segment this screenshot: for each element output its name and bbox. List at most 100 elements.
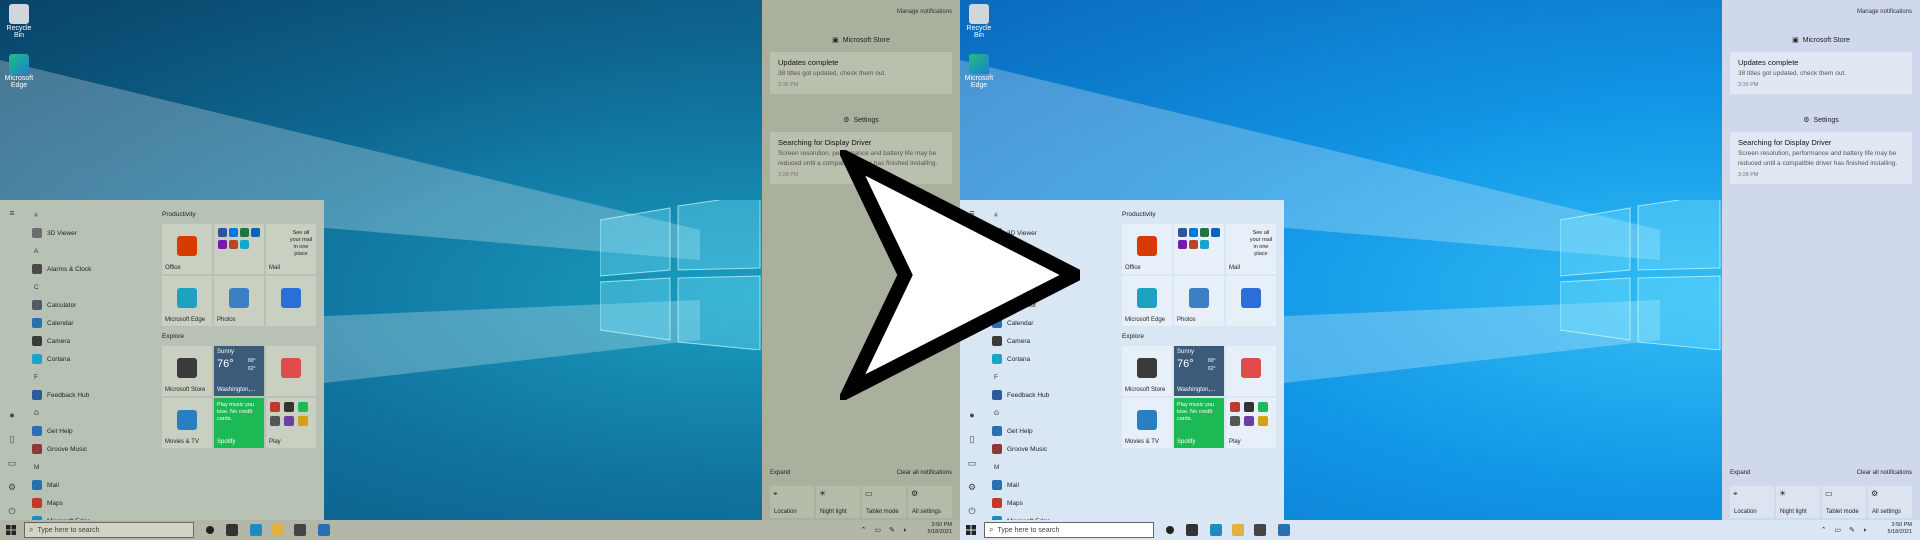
quick-action-all-settings[interactable]: ⚙ All settings xyxy=(1868,486,1912,518)
app-list-item[interactable]: Cortana xyxy=(24,350,154,368)
settings-icon[interactable]: ⚙ xyxy=(966,482,978,492)
app-list-item[interactable]: Mail xyxy=(984,476,1114,494)
app-list-letter[interactable]: # xyxy=(24,206,154,224)
desktop-icon-edge[interactable]: Microsoft Edge xyxy=(4,54,34,89)
app-list-letter[interactable]: M xyxy=(24,458,154,476)
tile-office-apps[interactable] xyxy=(1174,224,1224,274)
quick-action-all-settings[interactable]: ⚙ All settings xyxy=(908,486,952,518)
clock[interactable]: 3:50 PM 5/18/2021 xyxy=(1888,522,1912,536)
tile-todo[interactable] xyxy=(266,276,316,326)
power-icon[interactable]: ⏻ xyxy=(966,506,978,516)
taskbar-search-box[interactable]: ⌕ Type here to search xyxy=(24,522,194,538)
user-icon[interactable]: ● xyxy=(966,410,978,420)
app-list-item[interactable]: Calculator xyxy=(24,296,154,314)
app-list-letter[interactable]: F xyxy=(24,368,154,386)
expand-button[interactable]: Expand xyxy=(1730,470,1750,476)
app-list-item[interactable]: Get Help xyxy=(984,422,1114,440)
clear-all-notifications-button[interactable]: Clear all notifications xyxy=(897,470,952,476)
app-list-item[interactable]: Groove Music xyxy=(24,440,154,458)
desktop-icon-edge[interactable]: Microsoft Edge xyxy=(964,54,994,89)
tile-edge[interactable]: Microsoft Edge xyxy=(1122,276,1172,326)
power-icon[interactable]: ⏻ xyxy=(6,506,18,516)
after-screenshot: Recycle Bin Microsoft Edge ≡ ● ▯ ▭ ⚙ ⏻ #3D Viewe… xyxy=(960,0,1920,540)
quick-action-night-light[interactable]: ☀ Night light xyxy=(816,486,860,518)
tile-photos[interactable]: Photos xyxy=(1174,276,1224,326)
tile-news[interactable] xyxy=(1226,346,1276,396)
edge-icon[interactable] xyxy=(1210,524,1222,536)
expand-button[interactable]: Expand xyxy=(770,470,790,476)
desktop-icon-recycle-bin[interactable]: Recycle Bin xyxy=(4,4,34,39)
clear-all-notifications-button[interactable]: Clear all notifications xyxy=(1857,470,1912,476)
task-view-icon[interactable] xyxy=(1186,524,1198,536)
app-list-item[interactable]: Calendar xyxy=(24,314,154,332)
document-icon[interactable]: ▯ xyxy=(966,434,978,444)
app-list-item[interactable]: Mail xyxy=(24,476,154,494)
tile-spotify[interactable]: Play music you love. No credit cards. Spo… xyxy=(1174,398,1224,448)
app-list-item[interactable]: Maps xyxy=(24,494,154,512)
notification-card[interactable]: Searching for Display Driver Screen resol… xyxy=(1730,132,1912,184)
store-icon[interactable] xyxy=(294,524,306,536)
app-list-item[interactable]: 3D Viewer xyxy=(24,224,154,242)
tile-store[interactable]: Microsoft Store xyxy=(162,346,212,396)
quick-action-tablet-mode[interactable]: ▭ Tablet mode xyxy=(1822,486,1866,518)
document-icon[interactable]: ▯ xyxy=(6,434,18,444)
system-tray-icons[interactable]: ⌃ ▭ ✎ ◗ xyxy=(861,526,910,534)
tile-edge[interactable]: Microsoft Edge xyxy=(162,276,212,326)
notification-card[interactable]: Updates complete 38 titles got updated, c… xyxy=(1730,52,1912,94)
app-list-letter[interactable]: M xyxy=(984,458,1114,476)
app-list-letter[interactable]: G xyxy=(984,404,1114,422)
manage-notifications-link[interactable]: Manage notifications xyxy=(897,9,952,15)
file-explorer-icon[interactable] xyxy=(272,524,284,536)
cortana-icon[interactable] xyxy=(1166,526,1174,534)
hamburger-icon[interactable]: ≡ xyxy=(6,208,18,218)
tile-mail[interactable]: See all your mail in one place Mail xyxy=(1226,224,1276,274)
tile-photos[interactable]: Photos xyxy=(214,276,264,326)
edge-icon[interactable] xyxy=(250,524,262,536)
tile-office[interactable]: Office xyxy=(1122,224,1172,274)
file-explorer-icon[interactable] xyxy=(1232,524,1244,536)
tile-movies[interactable]: Movies & TV xyxy=(162,398,212,448)
mail-icon[interactable] xyxy=(318,524,330,536)
user-icon[interactable]: ● xyxy=(6,410,18,420)
pictures-icon[interactable]: ▭ xyxy=(6,458,18,468)
manage-notifications-link[interactable]: Manage notifications xyxy=(1857,9,1912,15)
app-list-letter[interactable]: C xyxy=(24,278,154,296)
mail-icon[interactable] xyxy=(1278,524,1290,536)
quick-action-location[interactable]: ⌖ Location xyxy=(770,486,814,518)
settings-icon[interactable]: ⚙ xyxy=(6,482,18,492)
app-list-letter[interactable]: G xyxy=(24,404,154,422)
windows-start-icon[interactable] xyxy=(6,525,16,535)
pictures-icon[interactable]: ▭ xyxy=(966,458,978,468)
app-list-item[interactable]: Get Help xyxy=(24,422,154,440)
clock[interactable]: 3:50 PM 5/18/2021 xyxy=(928,522,952,536)
tile-weather[interactable]: Sunny 76° 80° 62° Washington,... xyxy=(1174,346,1224,396)
tile-news[interactable] xyxy=(266,346,316,396)
tile-play[interactable]: Play xyxy=(266,398,316,448)
tile-movies[interactable]: Movies & TV xyxy=(1122,398,1172,448)
tile-weather[interactable]: Sunny 76° 80° 62° Washington,... xyxy=(214,346,264,396)
quick-action-location[interactable]: ⌖ Location xyxy=(1730,486,1774,518)
notification-card[interactable]: Updates complete 38 titles got updated, c… xyxy=(770,52,952,94)
task-view-icon[interactable] xyxy=(226,524,238,536)
tile-office-apps[interactable] xyxy=(214,224,264,274)
desktop-icon-recycle-bin[interactable]: Recycle Bin xyxy=(964,4,994,39)
quick-action-tablet-mode[interactable]: ▭ Tablet mode xyxy=(862,486,906,518)
system-tray-icons[interactable]: ⌃ ▭ ✎ ◗ xyxy=(1821,526,1870,534)
app-list-item[interactable]: Feedback Hub xyxy=(24,386,154,404)
store-icon[interactable] xyxy=(1254,524,1266,536)
tile-todo[interactable] xyxy=(1226,276,1276,326)
tile-office[interactable]: Office xyxy=(162,224,212,274)
taskbar-search-box[interactable]: ⌕ Type here to search xyxy=(984,522,1154,538)
quick-action-night-light[interactable]: ☀ Night light xyxy=(1776,486,1820,518)
app-list-item[interactable]: Maps xyxy=(984,494,1114,512)
app-list-item[interactable]: Alarms & Clock xyxy=(24,260,154,278)
app-list-item[interactable]: Groove Music xyxy=(984,440,1114,458)
tile-mail[interactable]: See all your mail in one place Mail xyxy=(266,224,316,274)
app-list-item[interactable]: Camera xyxy=(24,332,154,350)
tile-spotify[interactable]: Play music you love. No credit cards. Spo… xyxy=(214,398,264,448)
tile-store[interactable]: Microsoft Store xyxy=(1122,346,1172,396)
tile-play[interactable]: Play xyxy=(1226,398,1276,448)
app-list-letter[interactable]: A xyxy=(24,242,154,260)
cortana-icon[interactable] xyxy=(206,526,214,534)
windows-start-icon[interactable] xyxy=(966,525,976,535)
